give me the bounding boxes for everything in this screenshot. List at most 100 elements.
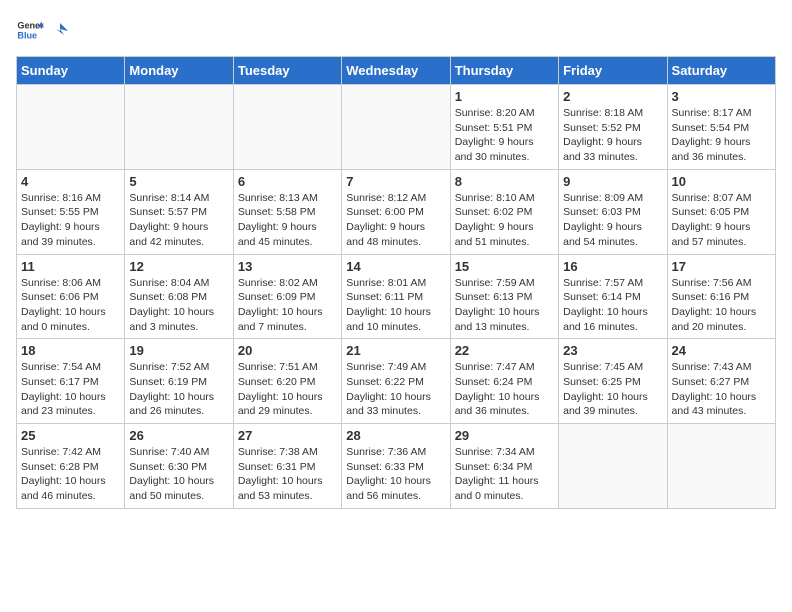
calendar-cell (559, 424, 667, 509)
day-number: 11 (21, 259, 120, 274)
calendar-cell: 20 Sunrise: 7:51 AMSunset: 6:20 PMDayligh… (233, 339, 341, 424)
calendar-cell: 22Sunrise: 7:47 AMSunset: 6:24 PMDayligh… (450, 339, 558, 424)
calendar-cell: 9 Sunrise: 8:09 AMSunset: 6:03 PMDaylight… (559, 169, 667, 254)
day-number: 6 (238, 174, 337, 189)
day-number: 3 (672, 89, 771, 104)
week-row-2: 4 Sunrise: 8:16 AMSunset: 5:55 PMDaylight… (17, 169, 776, 254)
day-info: Sunrise: 8:20 AMSunset: 5:51 PMDaylight:… (455, 106, 554, 165)
day-info: Sunrise: 7:38 AMSunset: 6:31 PMDaylight:… (238, 445, 337, 504)
day-number: 15 (455, 259, 554, 274)
day-info: Sunrise: 7:51 AMSunset: 6:20 PMDaylight:… (238, 360, 337, 419)
calendar-cell: 15Sunrise: 7:59 AMSunset: 6:13 PMDayligh… (450, 254, 558, 339)
logo-icon: General Blue (16, 16, 44, 44)
calendar-cell: 23 Sunrise: 7:45 AMSunset: 6:25 PMDayligh… (559, 339, 667, 424)
day-info: Sunrise: 8:13 AMSunset: 5:58 PMDaylight:… (238, 191, 337, 250)
day-info: Sunrise: 8:09 AMSunset: 6:03 PMDaylight:… (563, 191, 662, 250)
day-info: Sunrise: 7:45 AMSunset: 6:25 PMDaylight:… (563, 360, 662, 419)
calendar-cell: 2 Sunrise: 8:18 AMSunset: 5:52 PMDaylight… (559, 85, 667, 170)
day-header-wednesday: Wednesday (342, 57, 450, 85)
day-number: 5 (129, 174, 228, 189)
day-info: Sunrise: 8:12 AMSunset: 6:00 PMDaylight:… (346, 191, 445, 250)
day-info: Sunrise: 8:07 AMSunset: 6:05 PMDaylight:… (672, 191, 771, 250)
day-info: Sunrise: 8:04 AMSunset: 6:08 PMDaylight:… (129, 276, 228, 335)
day-info: Sunrise: 7:52 AMSunset: 6:19 PMDaylight:… (129, 360, 228, 419)
day-number: 20 (238, 343, 337, 358)
week-row-1: 1 Sunrise: 8:20 AMSunset: 5:51 PMDaylight… (17, 85, 776, 170)
day-number: 22 (455, 343, 554, 358)
calendar-cell: 6 Sunrise: 8:13 AMSunset: 5:58 PMDaylight… (233, 169, 341, 254)
day-number: 26 (129, 428, 228, 443)
day-info: Sunrise: 7:54 AMSunset: 6:17 PMDaylight:… (21, 360, 120, 419)
calendar-cell: 27 Sunrise: 7:38 AMSunset: 6:31 PMDayligh… (233, 424, 341, 509)
calendar-cell: 11 Sunrise: 8:06 AMSunset: 6:06 PMDayligh… (17, 254, 125, 339)
day-number: 16 (563, 259, 662, 274)
calendar-cell (233, 85, 341, 170)
day-number: 18 (21, 343, 120, 358)
calendar-cell: 7Sunrise: 8:12 AMSunset: 6:00 PMDaylight… (342, 169, 450, 254)
calendar-cell: 12 Sunrise: 8:04 AMSunset: 6:08 PMDayligh… (125, 254, 233, 339)
week-row-3: 11 Sunrise: 8:06 AMSunset: 6:06 PMDayligh… (17, 254, 776, 339)
day-info: Sunrise: 8:16 AMSunset: 5:55 PMDaylight:… (21, 191, 120, 250)
calendar-cell: 13 Sunrise: 8:02 AMSunset: 6:09 PMDayligh… (233, 254, 341, 339)
day-info: Sunrise: 8:14 AMSunset: 5:57 PMDaylight:… (129, 191, 228, 250)
day-number: 4 (21, 174, 120, 189)
logo-bird-icon (50, 21, 68, 39)
calendar-cell: 25 Sunrise: 7:42 AMSunset: 6:28 PMDayligh… (17, 424, 125, 509)
calendar-cell (667, 424, 775, 509)
day-number: 13 (238, 259, 337, 274)
week-row-4: 18 Sunrise: 7:54 AMSunset: 6:17 PMDayligh… (17, 339, 776, 424)
day-info: Sunrise: 7:49 AMSunset: 6:22 PMDaylight:… (346, 360, 445, 419)
day-info: Sunrise: 8:02 AMSunset: 6:09 PMDaylight:… (238, 276, 337, 335)
day-number: 14 (346, 259, 445, 274)
calendar-cell: 1 Sunrise: 8:20 AMSunset: 5:51 PMDaylight… (450, 85, 558, 170)
calendar-cell: 16Sunrise: 7:57 AMSunset: 6:14 PMDayligh… (559, 254, 667, 339)
calendar-cell: 4 Sunrise: 8:16 AMSunset: 5:55 PMDaylight… (17, 169, 125, 254)
calendar-cell: 14 Sunrise: 8:01 AMSunset: 6:11 PMDayligh… (342, 254, 450, 339)
calendar-cell: 24 Sunrise: 7:43 AMSunset: 6:27 PMDayligh… (667, 339, 775, 424)
day-number: 8 (455, 174, 554, 189)
day-number: 27 (238, 428, 337, 443)
day-header-saturday: Saturday (667, 57, 775, 85)
day-number: 24 (672, 343, 771, 358)
day-number: 9 (563, 174, 662, 189)
week-row-5: 25 Sunrise: 7:42 AMSunset: 6:28 PMDayligh… (17, 424, 776, 509)
day-header-monday: Monday (125, 57, 233, 85)
calendar-cell: 17Sunrise: 7:56 AMSunset: 6:16 PMDayligh… (667, 254, 775, 339)
day-info: Sunrise: 7:34 AMSunset: 6:34 PMDaylight:… (455, 445, 554, 504)
day-header-friday: Friday (559, 57, 667, 85)
day-number: 25 (21, 428, 120, 443)
day-number: 29 (455, 428, 554, 443)
calendar-cell: 5 Sunrise: 8:14 AMSunset: 5:57 PMDaylight… (125, 169, 233, 254)
day-header-sunday: Sunday (17, 57, 125, 85)
calendar-cell (342, 85, 450, 170)
day-number: 23 (563, 343, 662, 358)
day-number: 21 (346, 343, 445, 358)
day-info: Sunrise: 8:01 AMSunset: 6:11 PMDaylight:… (346, 276, 445, 335)
day-info: Sunrise: 8:17 AMSunset: 5:54 PMDaylight:… (672, 106, 771, 165)
day-number: 12 (129, 259, 228, 274)
day-info: Sunrise: 7:36 AMSunset: 6:33 PMDaylight:… (346, 445, 445, 504)
day-info: Sunrise: 7:40 AMSunset: 6:30 PMDaylight:… (129, 445, 228, 504)
day-number: 19 (129, 343, 228, 358)
calendar-table: SundayMondayTuesdayWednesdayThursdayFrid… (16, 56, 776, 509)
calendar-cell: 8 Sunrise: 8:10 AMSunset: 6:02 PMDaylight… (450, 169, 558, 254)
calendar-cell: 21 Sunrise: 7:49 AMSunset: 6:22 PMDayligh… (342, 339, 450, 424)
calendar-cell: 10Sunrise: 8:07 AMSunset: 6:05 PMDayligh… (667, 169, 775, 254)
day-number: 2 (563, 89, 662, 104)
calendar-cell: 3 Sunrise: 8:17 AMSunset: 5:54 PMDaylight… (667, 85, 775, 170)
calendar-cell: 26 Sunrise: 7:40 AMSunset: 6:30 PMDayligh… (125, 424, 233, 509)
day-number: 1 (455, 89, 554, 104)
day-info: Sunrise: 8:06 AMSunset: 6:06 PMDaylight:… (21, 276, 120, 335)
day-info: Sunrise: 8:10 AMSunset: 6:02 PMDaylight:… (455, 191, 554, 250)
day-info: Sunrise: 7:43 AMSunset: 6:27 PMDaylight:… (672, 360, 771, 419)
day-header-tuesday: Tuesday (233, 57, 341, 85)
day-number: 17 (672, 259, 771, 274)
calendar-cell (17, 85, 125, 170)
day-number: 28 (346, 428, 445, 443)
svg-text:Blue: Blue (17, 30, 37, 40)
calendar-cell: 29 Sunrise: 7:34 AMSunset: 6:34 PMDayligh… (450, 424, 558, 509)
day-info: Sunrise: 7:42 AMSunset: 6:28 PMDaylight:… (21, 445, 120, 504)
calendar-cell (125, 85, 233, 170)
day-info: Sunrise: 8:18 AMSunset: 5:52 PMDaylight:… (563, 106, 662, 165)
header: General Blue (16, 16, 776, 44)
